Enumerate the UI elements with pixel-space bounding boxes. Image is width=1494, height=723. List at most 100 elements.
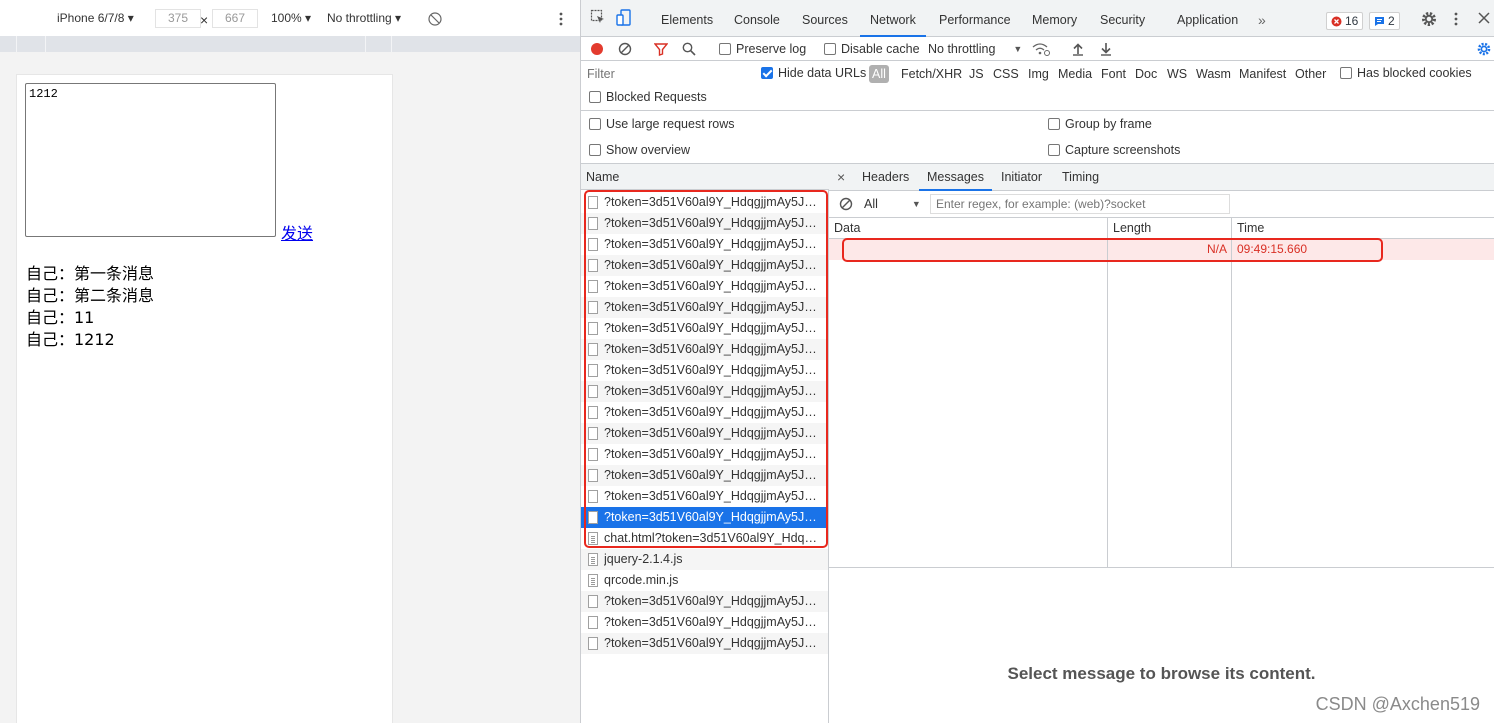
websocket-file-icon <box>588 427 598 440</box>
request-name: ?token=3d51V60al9Y_HdqgjjmAy5Jty... <box>604 342 819 356</box>
request-row[interactable]: ?token=3d51V60al9Y_HdqgjjmAy5Jty... <box>581 339 828 360</box>
request-row[interactable]: ?token=3d51V60al9Y_HdqgjjmAy5Jty... <box>581 192 828 213</box>
clear-messages-icon[interactable] <box>839 192 853 216</box>
tab-initiator[interactable]: Initiator <box>1001 164 1042 191</box>
hide-data-urls-checkbox[interactable]: Hide data URLs <box>761 61 866 85</box>
clear-icon[interactable] <box>618 37 632 61</box>
name-column-header[interactable]: Name <box>581 164 829 190</box>
request-row[interactable]: ?token=3d51V60al9Y_HdqgjjmAy5Jty... <box>581 633 828 654</box>
request-row[interactable]: ?token=3d51V60al9Y_HdqgjjmAy5Jty... <box>581 423 828 444</box>
request-row[interactable]: ?token=3d51V60al9Y_HdqgjjmAy5Jty... <box>581 381 828 402</box>
more-tabs-button[interactable]: » <box>1258 0 1266 36</box>
tab-network[interactable]: Network <box>860 0 926 37</box>
customize-menu-icon[interactable] <box>1454 12 1458 29</box>
network-settings-gear-icon[interactable] <box>1477 37 1491 61</box>
group-by-frame-checkbox[interactable]: Group by frame <box>1048 117 1152 131</box>
request-row[interactable]: ?token=3d51V60al9Y_HdqgjjmAy5Jty... <box>581 255 828 276</box>
type-filter-manifest[interactable]: Manifest <box>1239 67 1286 81</box>
request-row[interactable]: ?token=3d51V60al9Y_HdqgjjmAy5Jty... <box>581 402 828 423</box>
type-filter-wasm[interactable]: Wasm <box>1196 67 1231 81</box>
filter-icon[interactable] <box>654 37 668 61</box>
tab-memory[interactable]: Memory <box>1032 0 1077 36</box>
tab-performance[interactable]: Performance <box>939 0 1011 36</box>
zoom-select[interactable]: 100% ▾ <box>271 11 311 25</box>
request-row[interactable]: ?token=3d51V60al9Y_HdqgjjmAy5Jty... <box>581 297 828 318</box>
request-row[interactable]: ?token=3d51V60al9Y_HdqgjjmAy5Jty... <box>581 507 828 528</box>
throttling-select[interactable]: No throttling ▾ <box>327 11 401 25</box>
message-count-badge[interactable]: 2 <box>1369 12 1400 30</box>
request-row[interactable]: ?token=3d51V60al9Y_HdqgjjmAy5Jty... <box>581 276 828 297</box>
show-overview-checkbox[interactable]: Show overview <box>589 143 690 157</box>
type-filter-other[interactable]: Other <box>1295 67 1326 81</box>
send-link[interactable]: 发送 <box>281 220 313 244</box>
column-data[interactable]: Data <box>829 218 860 239</box>
close-detail-icon[interactable]: × <box>837 164 845 191</box>
network-conditions-icon[interactable] <box>1032 37 1050 61</box>
websocket-file-icon <box>588 322 598 335</box>
export-har-icon[interactable] <box>1100 37 1112 61</box>
request-row[interactable]: chat.html?token=3d51V60al9Y_Hdqgj... <box>581 528 828 549</box>
websocket-file-icon <box>588 280 598 293</box>
device-select[interactable]: iPhone 6/7/8 ▾ <box>57 11 134 25</box>
device-toolbar-icon[interactable] <box>616 9 632 30</box>
request-row[interactable]: ?token=3d51V60al9Y_HdqgjjmAy5Jty... <box>581 486 828 507</box>
tab-security[interactable]: Security <box>1100 0 1145 36</box>
column-time[interactable]: Time <box>1232 218 1264 239</box>
disable-cache-checkbox[interactable]: Disable cache <box>824 37 920 61</box>
tab-sources[interactable]: Sources <box>802 0 848 36</box>
type-filter-doc[interactable]: Doc <box>1135 67 1157 81</box>
request-row[interactable]: ?token=3d51V60al9Y_HdqgjjmAy5Jty... <box>581 444 828 465</box>
request-row[interactable]: ?token=3d51V60al9Y_HdqgjjmAy5Jty... <box>581 213 828 234</box>
type-filter-js[interactable]: JS <box>969 67 984 81</box>
type-filter-css[interactable]: CSS <box>993 67 1019 81</box>
type-filter-all[interactable]: All <box>869 65 889 83</box>
tab-console[interactable]: Console <box>734 0 780 36</box>
request-list-pane: Name ?token=3d51V60al9Y_HdqgjjmAy5Jty...… <box>581 164 829 723</box>
request-row[interactable]: qrcode.min.js <box>581 570 828 591</box>
error-count-badge[interactable]: 16 <box>1326 12 1364 30</box>
tab-application[interactable]: Application <box>1177 0 1238 36</box>
request-row[interactable]: ?token=3d51V60al9Y_HdqgjjmAy5Jty... <box>581 612 828 633</box>
close-devtools-icon[interactable] <box>1478 12 1490 27</box>
request-row[interactable]: jquery-2.1.4.js <box>581 549 828 570</box>
rotate-icon[interactable] <box>428 12 442 26</box>
media-query-ruler[interactable] <box>0 36 580 52</box>
large-rows-checkbox[interactable]: Use large request rows <box>589 117 735 131</box>
type-filter-font[interactable]: Font <box>1101 67 1126 81</box>
preserve-log-checkbox[interactable]: Preserve log <box>719 37 806 61</box>
message-type-select[interactable]: All ▼ <box>864 192 921 216</box>
inspect-element-icon[interactable] <box>590 9 606 28</box>
settings-gear-icon[interactable] <box>1421 11 1437 30</box>
width-input[interactable]: 375 <box>155 9 201 28</box>
tab-timing[interactable]: Timing <box>1062 164 1099 191</box>
tab-messages[interactable]: Messages <box>919 164 992 191</box>
request-row[interactable]: ?token=3d51V60al9Y_HdqgjjmAy5Jty... <box>581 591 828 612</box>
request-row[interactable]: ?token=3d51V60al9Y_HdqgjjmAy5Jty... <box>581 360 828 381</box>
emulated-page: 1212 发送 自己：第一条消息 自己：第二条消息 自己：11 自己：1212 <box>16 74 393 723</box>
message-textarea[interactable]: 1212 <box>25 83 276 237</box>
message-row[interactable]: N/A 09:49:15.660 <box>829 239 1494 260</box>
type-filter-ws[interactable]: WS <box>1167 67 1187 81</box>
request-row[interactable]: ?token=3d51V60al9Y_HdqgjjmAy5Jty... <box>581 234 828 255</box>
request-row[interactable]: ?token=3d51V60al9Y_HdqgjjmAy5Jty... <box>581 465 828 486</box>
type-filter-fetch-xhr[interactable]: Fetch/XHR <box>901 67 962 81</box>
search-icon[interactable] <box>682 37 696 61</box>
websocket-file-icon <box>588 196 598 209</box>
filter-input[interactable] <box>583 65 748 83</box>
regex-filter-input[interactable] <box>930 194 1230 214</box>
record-icon[interactable] <box>590 37 604 61</box>
request-row[interactable]: ?token=3d51V60al9Y_HdqgjjmAy5Jty... <box>581 318 828 339</box>
document-file-icon <box>588 553 598 566</box>
tab-elements[interactable]: Elements <box>661 0 713 36</box>
column-length[interactable]: Length <box>1108 218 1151 239</box>
tab-headers[interactable]: Headers <box>862 164 909 191</box>
more-options-icon[interactable] <box>559 12 563 26</box>
type-filter-media[interactable]: Media <box>1058 67 1092 81</box>
throttling-dropdown[interactable]: No throttling ▼ <box>928 37 1022 61</box>
blocked-requests-checkbox[interactable]: Blocked Requests <box>589 85 707 109</box>
import-har-icon[interactable] <box>1072 37 1084 61</box>
has-blocked-cookies-checkbox[interactable]: Has blocked cookies <box>1340 61 1472 85</box>
height-input[interactable]: 667 <box>212 9 258 28</box>
type-filter-img[interactable]: Img <box>1028 67 1049 81</box>
capture-screenshots-checkbox[interactable]: Capture screenshots <box>1048 143 1180 157</box>
